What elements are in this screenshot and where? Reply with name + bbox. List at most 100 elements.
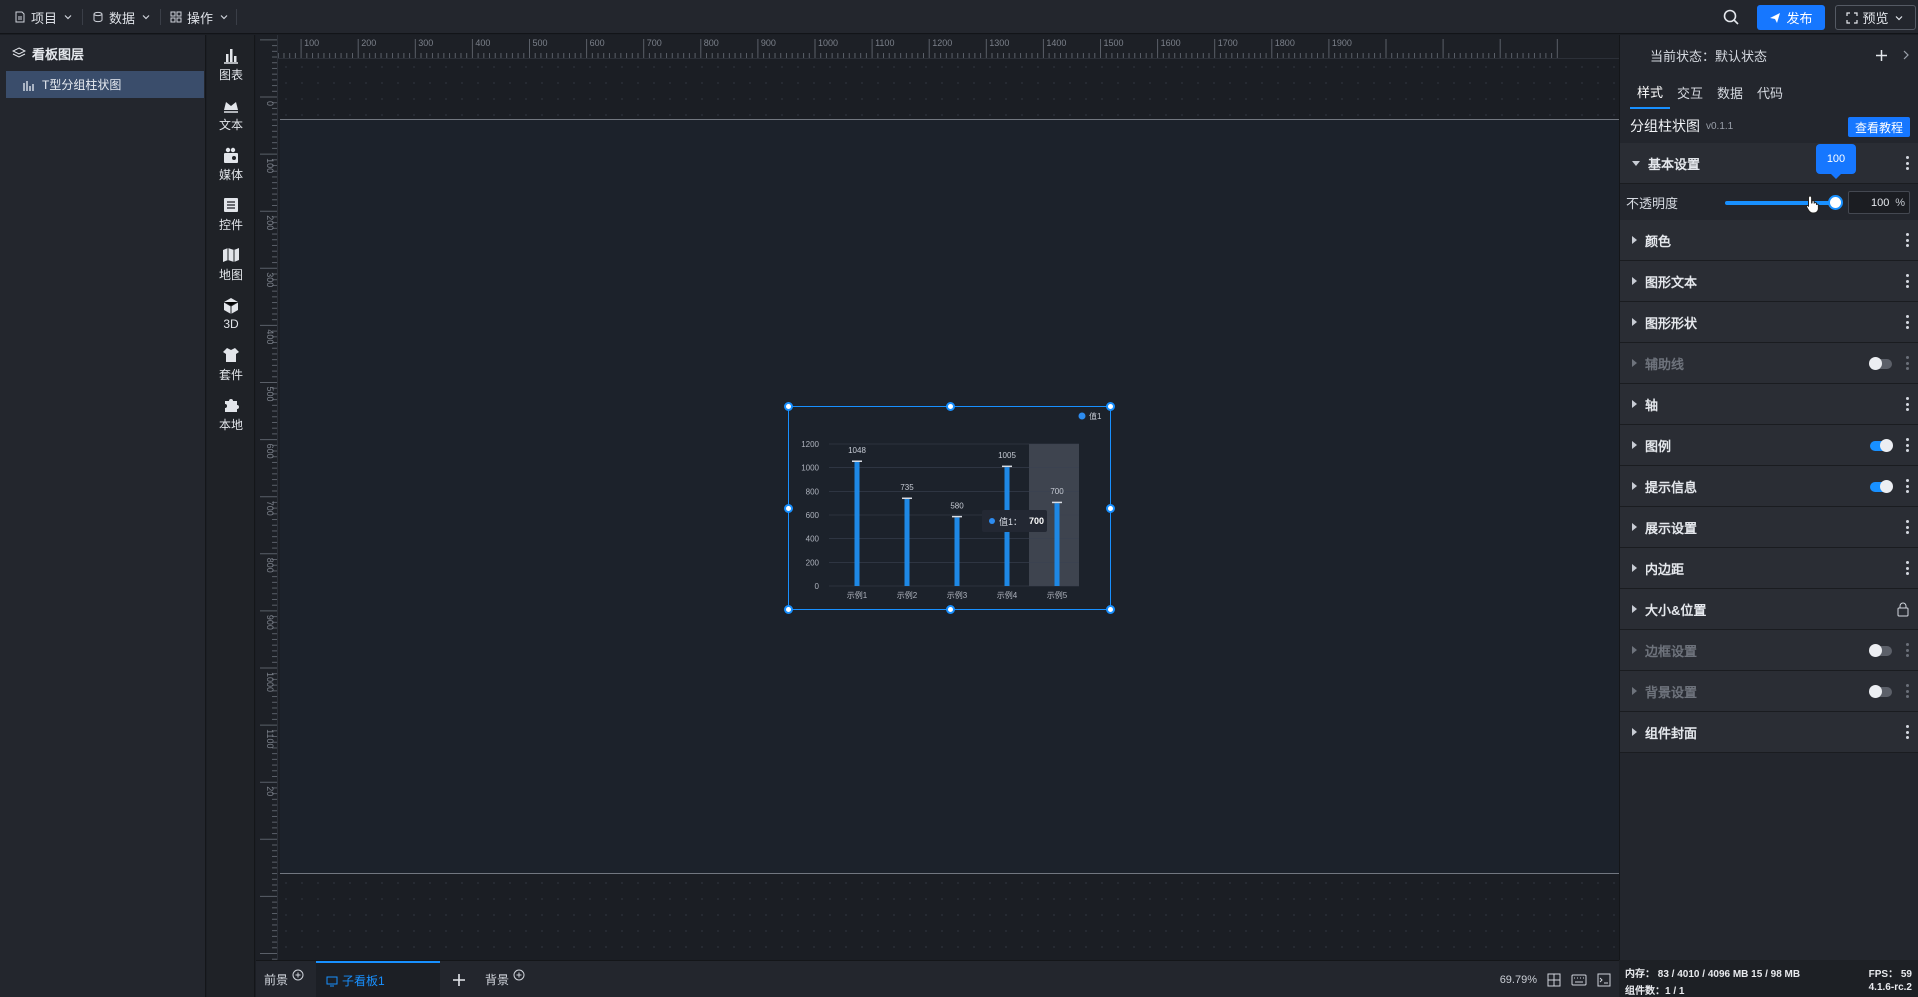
- x-tick-label: 示例1: [847, 590, 868, 600]
- layers-panel: 看板图层 T型分组柱状图: [0, 35, 206, 997]
- state-label: 当前状态：: [1650, 48, 1716, 64]
- section-toggle[interactable]: [1869, 685, 1892, 698]
- add-circle-icon[interactable]: [292, 969, 304, 981]
- bar[interactable]: [904, 499, 910, 586]
- section-toggle[interactable]: [1870, 439, 1893, 452]
- chart-widget[interactable]: 0 200 400 600 800 1000 1200 1048 示例1 735 示例2 580 示例3…: [784, 402, 1115, 614]
- ruler-horizontal[interactable]: 100 200 300 400 500 600 700 800 900 1000 1100 1200 1…: [278, 35, 1619, 59]
- section-7[interactable]: 展示设置: [1620, 507, 1918, 548]
- keyboard-icon[interactable]: [1571, 974, 1587, 986]
- resize-handle-s[interactable]: [946, 605, 955, 614]
- more-icon[interactable]: [1906, 397, 1909, 411]
- more-icon[interactable]: [1906, 725, 1909, 739]
- caret-right-icon: [1632, 359, 1637, 367]
- caret-right-icon: [1632, 564, 1637, 572]
- ruler-label: 1200: [932, 38, 952, 48]
- chevron-right-icon[interactable]: [1902, 50, 1910, 60]
- more-icon[interactable]: [1906, 315, 1909, 329]
- section-label: 背景设置: [1645, 684, 1698, 700]
- lock-icon[interactable]: [1896, 602, 1910, 617]
- ruler-label: 1500: [1104, 38, 1124, 48]
- zoom-level[interactable]: 69.79%: [1500, 974, 1537, 986]
- resize-handle-sw[interactable]: [784, 605, 793, 614]
- section-2[interactable]: 图形形状: [1620, 302, 1918, 343]
- resize-handle-ne[interactable]: [1106, 402, 1115, 411]
- add-icon[interactable]: [452, 973, 466, 987]
- tab-interaction[interactable]: 交互: [1670, 75, 1710, 109]
- section-6[interactable]: 提示信息: [1620, 466, 1918, 507]
- section-4[interactable]: 轴: [1620, 384, 1918, 425]
- bar[interactable]: [1054, 503, 1060, 586]
- y-tick-label: 800: [806, 487, 820, 496]
- component-local[interactable]: 本地: [207, 391, 255, 437]
- fit-screen-icon[interactable]: [1547, 973, 1561, 987]
- caret-right-icon: [1632, 687, 1637, 695]
- component-kit[interactable]: 套件: [207, 341, 255, 387]
- section-10[interactable]: 边框设置: [1620, 630, 1918, 671]
- tab-code[interactable]: 代码: [1750, 75, 1790, 109]
- more-icon[interactable]: [1906, 643, 1909, 657]
- more-icon[interactable]: [1906, 156, 1909, 170]
- tab-data[interactable]: 数据: [1710, 75, 1750, 109]
- menu-operation[interactable]: 操作: [164, 5, 236, 29]
- component-control[interactable]: 控件: [207, 191, 255, 237]
- preview-button[interactable]: 预览: [1835, 5, 1916, 30]
- section-8[interactable]: 内边距: [1620, 548, 1918, 589]
- search-icon[interactable]: [1722, 8, 1740, 26]
- tab-style[interactable]: 样式: [1630, 75, 1671, 109]
- layer-item[interactable]: T型分组柱状图: [6, 71, 204, 98]
- resize-handle-e[interactable]: [1106, 504, 1115, 513]
- section-0[interactable]: 颜色: [1620, 220, 1918, 261]
- section-1[interactable]: 图形文本: [1620, 261, 1918, 302]
- more-icon[interactable]: [1906, 684, 1909, 698]
- more-icon[interactable]: [1906, 356, 1909, 370]
- bar[interactable]: [854, 461, 860, 586]
- more-icon[interactable]: [1906, 561, 1909, 575]
- ruler-vertical[interactable]: 0 100 200 300 400 500 600 700 800 900 1000 1100 20: [256, 35, 278, 960]
- tab-sub-board[interactable]: 子看板1: [316, 961, 440, 997]
- more-icon[interactable]: [1906, 233, 1909, 247]
- tooltip-dot: [989, 518, 995, 524]
- fullscreen-icon: [1846, 11, 1859, 24]
- component-3d[interactable]: 3D: [207, 291, 255, 337]
- ruler-label: 1700: [1218, 38, 1238, 48]
- component-media[interactable]: 媒体: [207, 141, 255, 187]
- menu-project[interactable]: 项目: [8, 5, 80, 29]
- component-text[interactable]: 文本: [207, 91, 255, 137]
- props-tabs: 样式 交互 数据 代码: [1620, 75, 1918, 109]
- resize-handle-nw[interactable]: [784, 402, 793, 411]
- resize-handle-n[interactable]: [946, 402, 955, 411]
- more-icon[interactable]: [1906, 274, 1909, 288]
- section-5[interactable]: 图例: [1620, 425, 1918, 466]
- caret-right-icon: [1632, 277, 1637, 285]
- menu-data[interactable]: 数据: [86, 5, 158, 29]
- tutorial-button[interactable]: 查看教程: [1848, 117, 1910, 137]
- section-basic[interactable]: 基本设置: [1620, 143, 1918, 184]
- terminal-icon[interactable]: [1597, 973, 1611, 987]
- section-12[interactable]: 组件封面: [1620, 712, 1918, 753]
- legend-marker[interactable]: [1078, 412, 1086, 420]
- section-toggle[interactable]: [1870, 480, 1893, 493]
- add-state-icon[interactable]: [1875, 49, 1888, 62]
- resize-handle-se[interactable]: [1106, 605, 1115, 614]
- tab-background[interactable]: 背景: [485, 961, 525, 997]
- more-icon[interactable]: [1906, 438, 1909, 452]
- section-9[interactable]: 大小&位置: [1620, 589, 1918, 630]
- section-toggle[interactable]: [1869, 644, 1892, 657]
- bar[interactable]: [954, 517, 960, 586]
- component-map[interactable]: 地图: [207, 241, 255, 287]
- publish-button[interactable]: 发布: [1757, 5, 1825, 30]
- section-3[interactable]: 辅助线: [1620, 343, 1918, 384]
- section-toggle[interactable]: [1869, 357, 1892, 370]
- state-value[interactable]: 默认状态: [1715, 46, 1767, 65]
- resize-handle-w[interactable]: [784, 504, 793, 513]
- tab-foreground[interactable]: 前景: [264, 961, 304, 997]
- opacity-input[interactable]: 100 %: [1848, 191, 1910, 214]
- add-circle-icon[interactable]: [513, 969, 525, 981]
- opacity-slider-handle[interactable]: [1828, 195, 1843, 210]
- more-icon[interactable]: [1906, 520, 1909, 534]
- more-icon[interactable]: [1906, 479, 1909, 493]
- section-label: 提示信息: [1645, 479, 1698, 495]
- component-chart[interactable]: 图表: [207, 41, 255, 87]
- section-11[interactable]: 背景设置: [1620, 671, 1918, 712]
